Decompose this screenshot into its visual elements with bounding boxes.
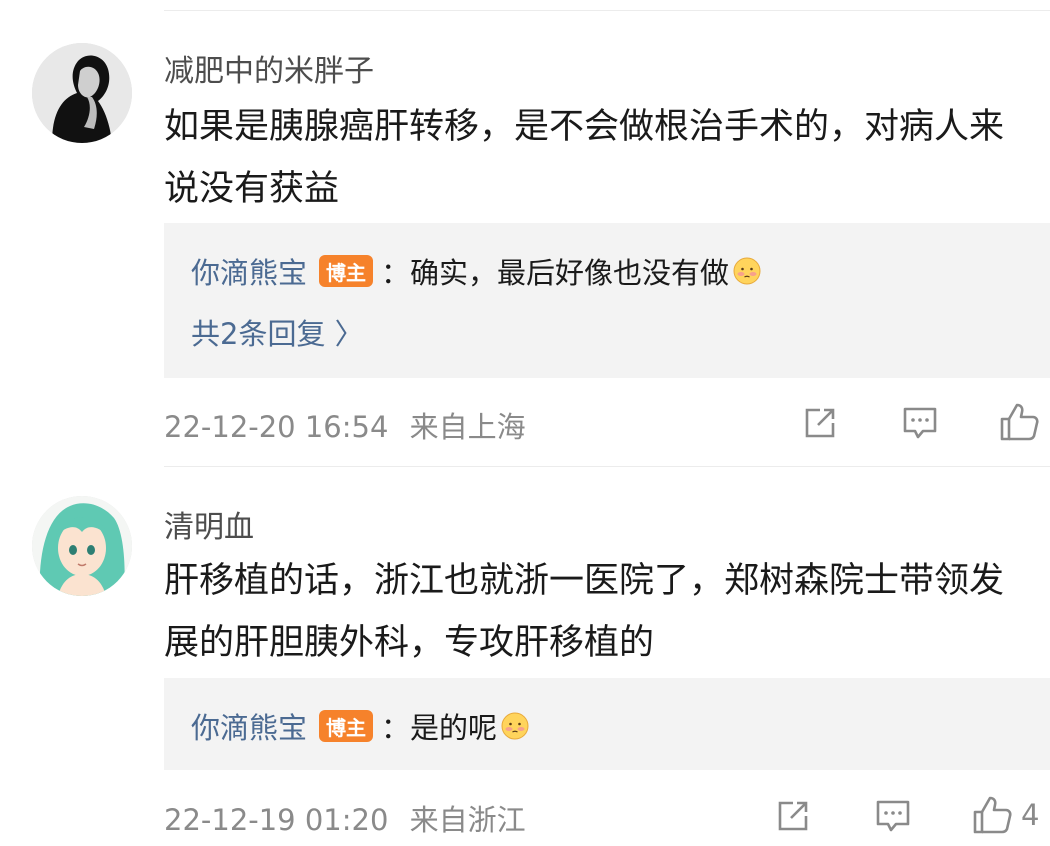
like-button[interactable] — [998, 401, 1048, 443]
comment-icon — [903, 407, 937, 439]
blushing-emoji-icon — [501, 712, 529, 740]
blushing-emoji-icon — [733, 257, 761, 285]
share-icon — [805, 408, 835, 438]
anime-girl-avatar-icon — [32, 496, 132, 596]
reply-username[interactable]: 你滴熊宝 — [191, 705, 307, 747]
avatar[interactable] — [32, 496, 132, 596]
reply-text: ：是的呢 — [381, 711, 498, 745]
like-button[interactable]: 4 — [971, 794, 1039, 836]
comment-item: 清明血 肝移植的话，浙江也就浙一医院了，郑树森院士带领发展的肝胆胰外科，专攻肝移… — [0, 470, 1050, 846]
avatar[interactable] — [32, 43, 132, 143]
thumbs-up-icon — [1000, 403, 1039, 441]
comment-button[interactable] — [874, 798, 912, 834]
comment-button[interactable] — [901, 405, 939, 441]
blogger-badge: 博主 — [319, 710, 374, 742]
timestamp: 22-12-20 16:54 — [164, 410, 389, 444]
reply-line: 你滴熊宝 博主 ：确实，最后好像也没有做 — [191, 250, 762, 292]
reply-box[interactable]: 你滴熊宝 博主 ：是的呢 — [164, 678, 1050, 770]
like-count: 4 — [1021, 798, 1040, 832]
comment-icon — [876, 800, 910, 832]
share-button[interactable] — [802, 405, 838, 441]
location: 来自浙江 — [409, 803, 526, 837]
view-more-replies-link[interactable]: 共2条回复 〉 — [191, 311, 364, 353]
share-button[interactable] — [775, 798, 811, 834]
thumbs-up-icon — [973, 796, 1012, 834]
woman-portrait-avatar-icon — [32, 43, 132, 143]
comment-username[interactable]: 清明血 — [164, 502, 254, 546]
comment-username[interactable]: 减肥中的米胖子 — [164, 46, 374, 90]
reply-text: ：确实，最后好像也没有做 — [381, 256, 730, 290]
comment-item: 减肥中的米胖子 如果是胰腺癌肝转移，是不会做根治手术的，对病人来说没有获益 你滴… — [0, 0, 1050, 470]
comment-text: 如果是胰腺癌肝转移，是不会做根治手术的，对病人来说没有获益 — [164, 107, 1005, 209]
reply-line: 你滴熊宝 博主 ：是的呢 — [191, 705, 530, 747]
comment-divider — [164, 466, 1050, 467]
share-icon — [778, 801, 808, 831]
reply-box[interactable]: 你滴熊宝 博主 ：确实，最后好像也没有做 共2条回复 〉 — [164, 223, 1050, 378]
comment-text: 肝移植的话，浙江也就浙一医院了，郑树森院士带领发展的肝胆胰外科，专攻肝移植的 — [164, 561, 1005, 663]
timestamp: 22-12-19 01:20 — [164, 803, 389, 837]
comment-meta: 22-12-19 01:20 来自浙江 — [164, 797, 526, 839]
reply-username[interactable]: 你滴熊宝 — [191, 250, 307, 292]
comment-meta: 22-12-20 16:54 来自上海 — [164, 404, 526, 446]
blogger-badge: 博主 — [319, 255, 374, 287]
location: 来自上海 — [409, 410, 526, 444]
